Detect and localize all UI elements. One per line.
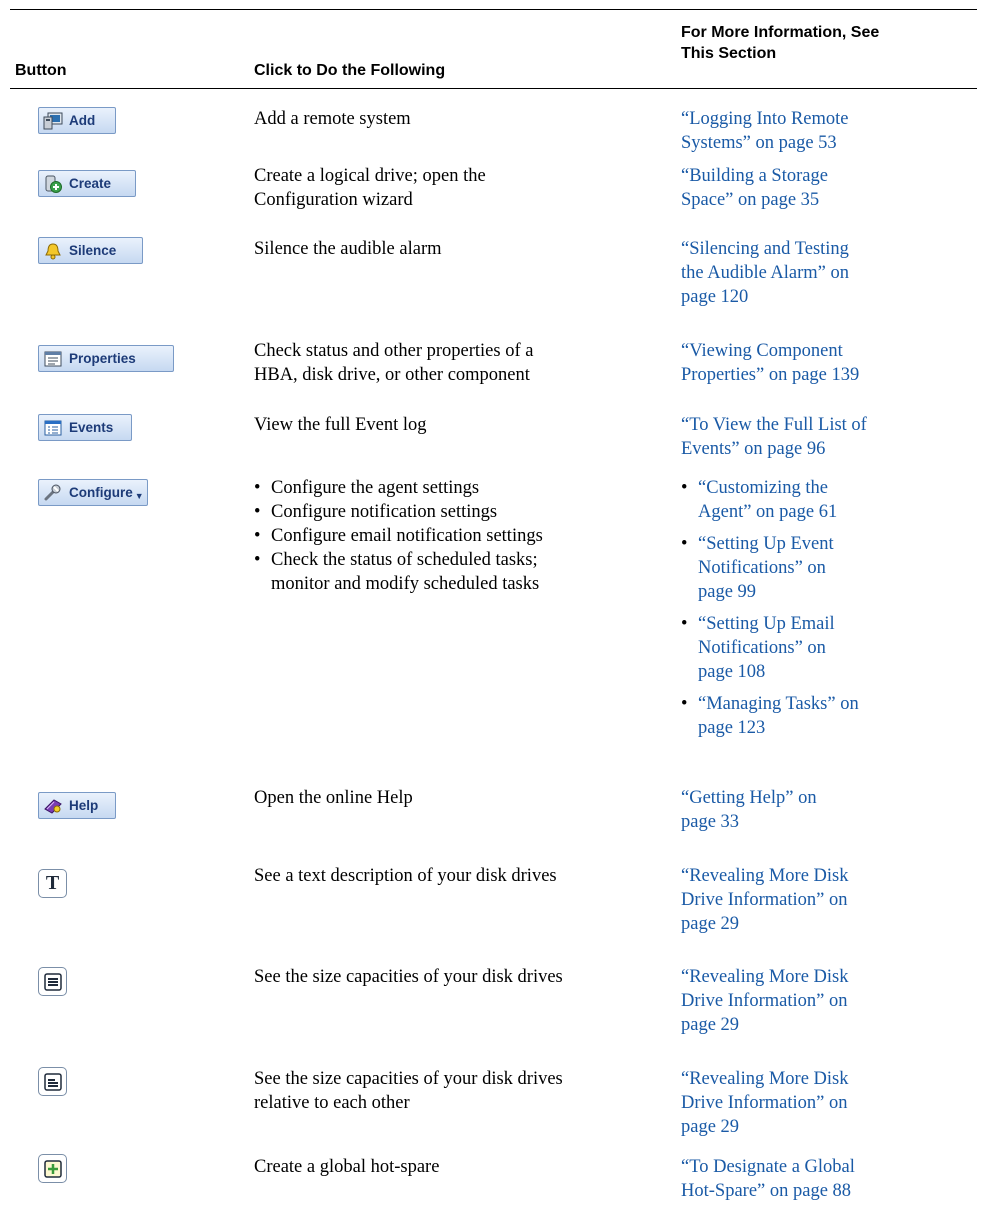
cross-reference-link[interactable]: “Revealing More Disk Drive Information” …	[681, 864, 981, 936]
events-icon	[44, 420, 62, 435]
chevron-down-icon: ▼	[134, 490, 144, 501]
help-button-label: Help	[69, 798, 99, 813]
cross-reference-link[interactable]: “Building a Storage Space” on page 35	[681, 164, 981, 212]
properties-icon	[44, 351, 62, 366]
row-description: See the size capacities of your disk dri…	[254, 1069, 563, 1113]
cross-reference-link[interactable]: “To Designate a Global Hot-Spare” on pag…	[681, 1155, 981, 1203]
row-description: Silence the audible alarm	[254, 239, 442, 259]
create-button[interactable]: Create	[38, 170, 136, 197]
create-button-label: Create	[69, 176, 112, 191]
create-drive-icon	[45, 175, 62, 193]
plus-icon	[43, 1159, 62, 1178]
header-rule	[10, 88, 977, 89]
cross-reference-link[interactable]: “Setting Up EventNotifications” onpage 9…	[681, 532, 981, 604]
header-more-info-line2: This Section	[681, 45, 777, 62]
header-button: Button	[15, 62, 67, 79]
cross-reference-link[interactable]: “Managing Tasks” onpage 123	[681, 692, 981, 740]
add-button-label: Add	[69, 113, 96, 128]
cross-reference-link[interactable]: “Viewing Component Properties” on page 1…	[681, 339, 981, 387]
list-item: Check the status of scheduled tasks;moni…	[254, 548, 674, 596]
cross-reference-link[interactable]: “Silencing and Testing the Audible Alarm…	[681, 237, 981, 309]
bell-icon	[45, 242, 61, 259]
text-view-button[interactable]: T	[38, 869, 67, 898]
document-page: Button Click to Do the Following For Mor…	[0, 0, 987, 1209]
cross-reference-link[interactable]: “Getting Help” on page 33	[681, 786, 981, 834]
relative-size-view-button[interactable]	[38, 1067, 67, 1096]
wrench-icon	[44, 484, 61, 500]
cross-reference-link[interactable]: “Customizing theAgent” on page 61	[681, 476, 981, 524]
help-button[interactable]: Help	[38, 792, 116, 819]
list-item: Configure email notification settings	[254, 524, 674, 548]
hot-spare-button[interactable]	[38, 1154, 67, 1183]
add-button[interactable]: Add	[38, 107, 116, 134]
row-description: View the full Event log	[254, 415, 427, 435]
row-description: Check status and other properties of a H…	[254, 341, 534, 385]
cross-reference-links: “Customizing theAgent” on page 61 “Setti…	[681, 476, 981, 748]
full-size-view-button[interactable]	[38, 967, 67, 996]
header-more-info-line1: For More Information, See	[681, 24, 880, 41]
cross-reference-link[interactable]: “Revealing More Disk Drive Information” …	[681, 1067, 981, 1139]
cross-reference-link[interactable]: “Setting Up EmailNotifications” onpage 1…	[681, 612, 981, 684]
row-description: Configure the agent settings Configure n…	[254, 476, 674, 596]
cross-reference-link[interactable]: “Logging Into Remote Systems” on page 53	[681, 107, 981, 155]
configure-button-label: Configure	[69, 485, 133, 500]
events-button[interactable]: Events	[38, 414, 132, 441]
row-description: Create a logical drive; open the Configu…	[254, 166, 486, 210]
row-description: See a text description of your disk driv…	[254, 866, 557, 886]
row-description: Create a global hot-spare	[254, 1157, 440, 1177]
row-description: See the size capacities of your disk dri…	[254, 967, 563, 987]
add-system-icon	[43, 112, 63, 129]
row-description: Add a remote system	[254, 109, 411, 129]
list-item: Configure the agent settings	[254, 476, 674, 500]
properties-button-label: Properties	[69, 351, 136, 366]
configure-button[interactable]: Configure ▼	[38, 479, 148, 506]
text-view-icon: T	[45, 872, 60, 894]
cross-reference-link[interactable]: “Revealing More Disk Drive Information” …	[681, 965, 981, 1037]
row-description: Open the online Help	[254, 788, 413, 808]
help-book-icon	[44, 798, 62, 814]
cross-reference-link[interactable]: “To View the Full List of Events” on pag…	[681, 413, 981, 461]
silence-button[interactable]: Silence	[38, 237, 143, 264]
list-item: Configure notification settings	[254, 500, 674, 524]
relative-size-view-icon	[43, 1072, 62, 1091]
properties-button[interactable]: Properties	[38, 345, 174, 372]
top-rule	[10, 9, 977, 10]
header-click-to-do: Click to Do the Following	[254, 62, 446, 79]
events-button-label: Events	[69, 420, 114, 435]
silence-button-label: Silence	[69, 243, 117, 258]
full-size-view-icon	[43, 972, 62, 991]
